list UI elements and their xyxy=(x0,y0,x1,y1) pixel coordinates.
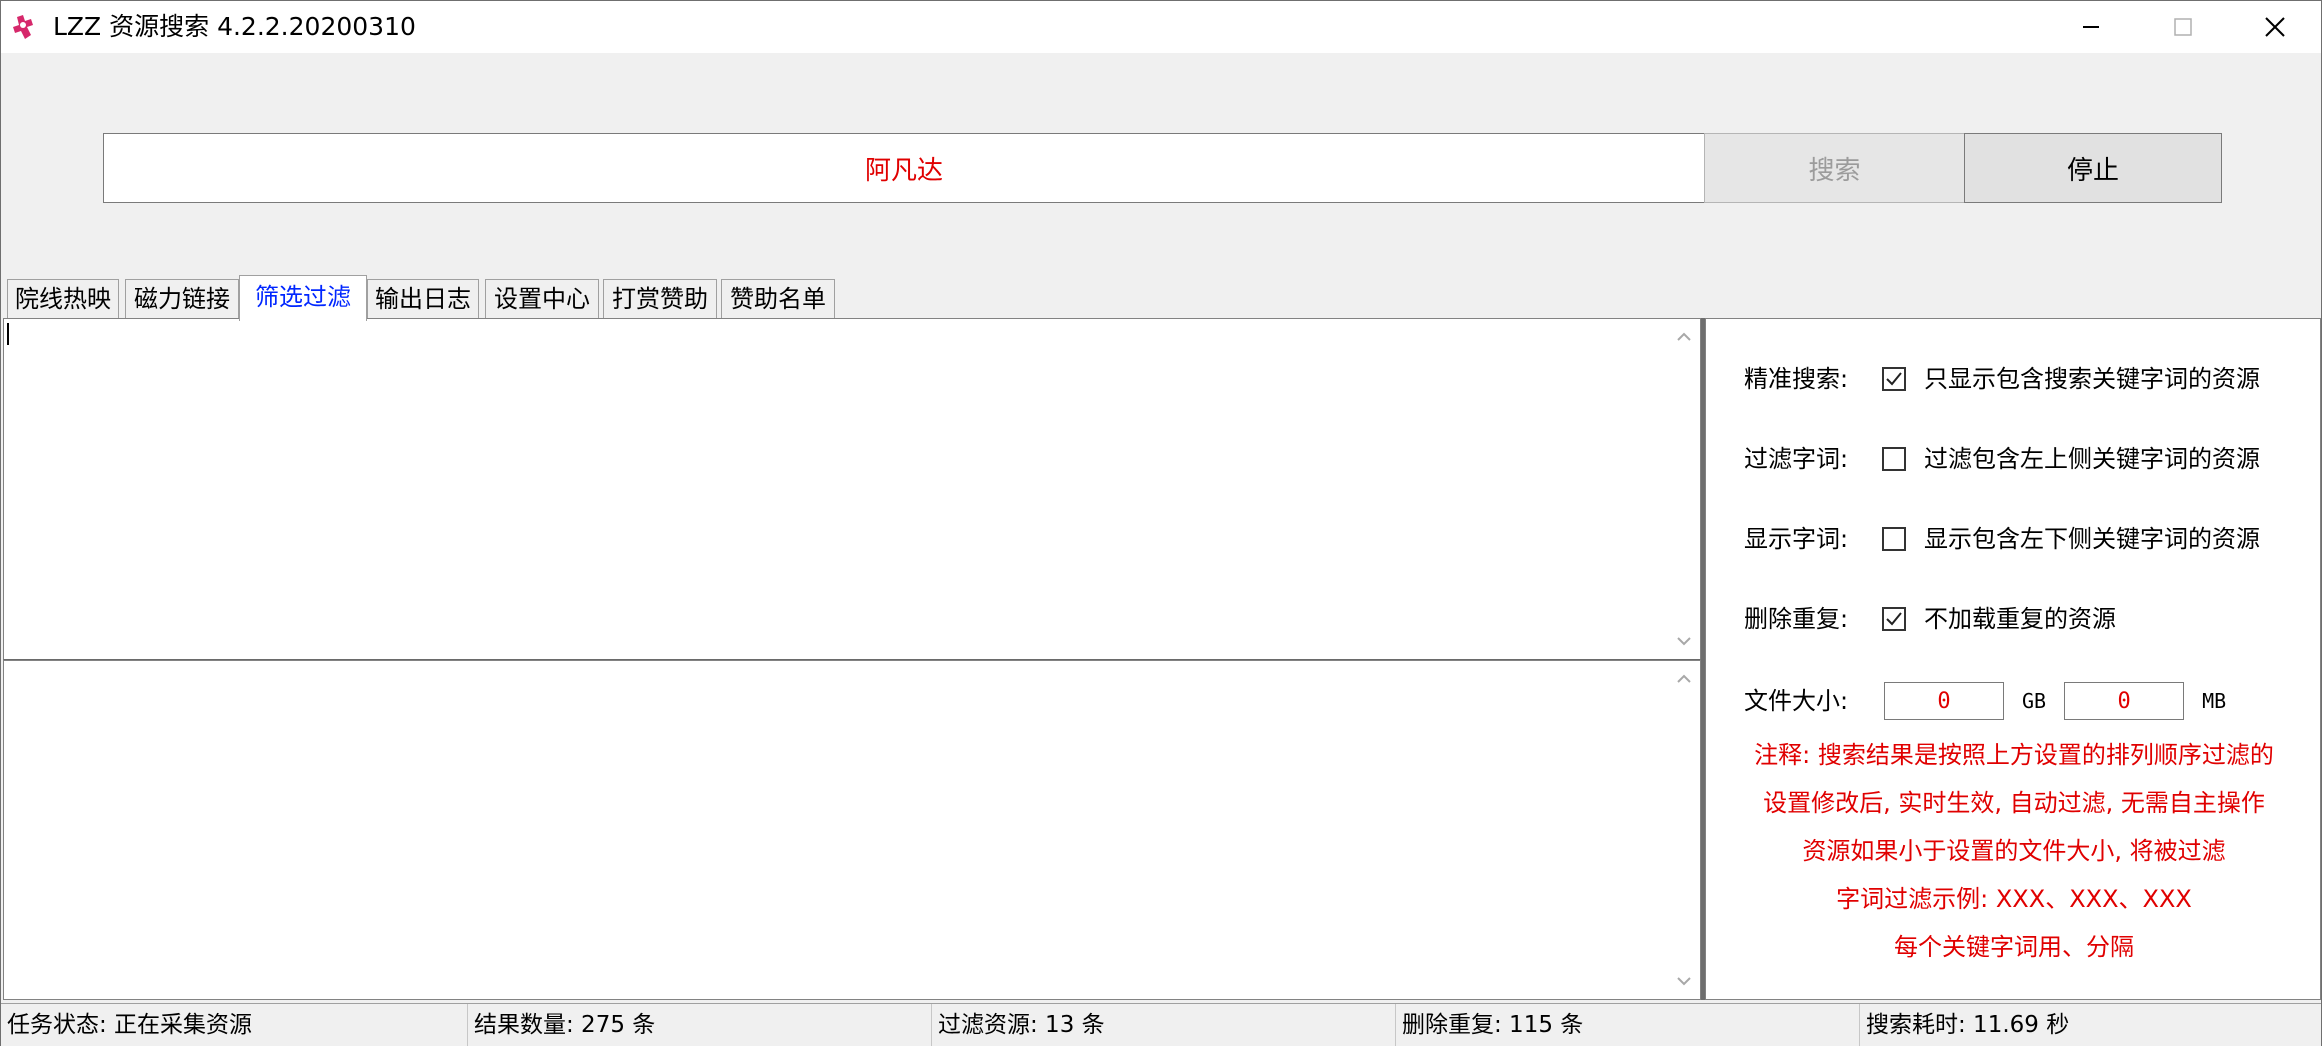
close-button[interactable] xyxy=(2229,1,2321,53)
vertical-scrollbar[interactable] xyxy=(1668,661,1700,999)
include-words-text: 显示包含左下侧关键字词的资源 xyxy=(1924,525,2260,553)
include-keywords-textarea[interactable] xyxy=(3,660,1701,1000)
tab-output-log[interactable]: 输出日志 xyxy=(367,279,479,319)
exact-search-row: 精准搜索: 只显示包含搜索关键字词的资源 xyxy=(1744,363,2260,395)
note-line: 每个关键字词用、分隔 xyxy=(1894,933,2134,961)
note-line: 设置修改后, 实时生效, 自动过滤, 无需自主操作 xyxy=(1763,789,2265,817)
exclude-words-text: 过滤包含左上侧关键字词的资源 xyxy=(1924,445,2260,473)
exact-search-checkbox[interactable] xyxy=(1882,367,1906,391)
note-line: 字词过滤示例: XXX、XXX、XXX xyxy=(1836,885,2192,913)
size-gb-input[interactable] xyxy=(1884,682,2004,720)
size-gb-unit: GB xyxy=(2022,689,2047,713)
tab-donate[interactable]: 打赏赞助 xyxy=(603,279,717,319)
scroll-up-icon[interactable] xyxy=(1676,329,1692,345)
dedupe-label: 删除重复: xyxy=(1744,605,1849,633)
status-duplicates: 删除重复: 115 条 xyxy=(1395,1004,1859,1046)
file-size-label: 文件大小: xyxy=(1744,687,1849,715)
text-caret xyxy=(7,323,9,345)
tab-settings[interactable]: 设置中心 xyxy=(485,279,599,319)
exclude-keywords-textarea[interactable] xyxy=(3,318,1701,660)
status-task: 任务状态: 正在采集资源 xyxy=(7,1012,253,1038)
minimize-icon xyxy=(2083,26,2099,28)
filter-settings-panel: 精准搜索: 只显示包含搜索关键字词的资源 过滤字词: 过滤包含左上侧关键字词的资… xyxy=(1705,318,2321,1000)
tab-sponsor-list[interactable]: 赞助名单 xyxy=(721,279,835,319)
vertical-scrollbar[interactable] xyxy=(1668,319,1700,659)
title-bar: LZZ 资源搜索 4.2.2.20200310 xyxy=(1,1,2321,53)
checkmark-icon xyxy=(1886,612,1902,626)
window-title: LZZ 资源搜索 4.2.2.20200310 xyxy=(53,12,416,41)
file-size-row: 文件大小: GB MB xyxy=(1744,681,2244,721)
search-input[interactable] xyxy=(103,133,1705,203)
exact-search-label: 精准搜索: xyxy=(1744,365,1849,393)
search-button[interactable]: 搜索 xyxy=(1704,133,1965,203)
tab-filter[interactable]: 筛选过滤 xyxy=(239,275,367,321)
scroll-down-icon[interactable] xyxy=(1676,633,1692,649)
status-results: 结果数量: 275 条 xyxy=(467,1004,931,1046)
scroll-down-icon[interactable] xyxy=(1676,973,1692,989)
note-line: 注释: 搜索结果是按照上方设置的排列顺序过滤的 xyxy=(1754,741,2274,769)
stop-button[interactable]: 停止 xyxy=(1964,133,2222,203)
dedupe-checkbox[interactable] xyxy=(1882,607,1906,631)
scroll-up-icon[interactable] xyxy=(1676,671,1692,687)
maximize-button[interactable] xyxy=(2137,1,2229,53)
dedupe-row: 删除重复: 不加载重复的资源 xyxy=(1744,603,2116,635)
exclude-words-row: 过滤字词: 过滤包含左上侧关键字词的资源 xyxy=(1744,443,2260,475)
include-words-label: 显示字词: xyxy=(1744,525,1849,553)
exact-search-text: 只显示包含搜索关键字词的资源 xyxy=(1924,365,2260,393)
app-logo-icon xyxy=(11,13,39,41)
tab-now-showing[interactable]: 院线热映 xyxy=(7,279,119,319)
size-mb-input[interactable] xyxy=(2064,682,2185,720)
status-bar: 任务状态: 正在采集资源 结果数量: 275 条 过滤资源: 13 条 删除重复… xyxy=(1,1003,2321,1046)
size-mb-unit: MB xyxy=(2202,689,2227,713)
checkmark-icon xyxy=(1886,372,1902,386)
maximize-icon xyxy=(2174,18,2192,36)
exclude-words-label: 过滤字词: xyxy=(1744,445,1849,473)
note-line: 资源如果小于设置的文件大小, 将被过滤 xyxy=(1802,837,2226,865)
include-words-row: 显示字词: 显示包含左下侧关键字词的资源 xyxy=(1744,523,2260,555)
status-filtered: 过滤资源: 13 条 xyxy=(931,1004,1395,1046)
dedupe-text: 不加载重复的资源 xyxy=(1924,605,2116,633)
minimize-button[interactable] xyxy=(2045,1,2137,53)
exclude-words-checkbox[interactable] xyxy=(1882,447,1906,471)
status-elapsed: 搜索耗时: 11.69 秒 xyxy=(1859,1004,2321,1046)
app-window: LZZ 资源搜索 4.2.2.20200310 搜索 停止 院线热映 磁力链接 … xyxy=(0,0,2322,1046)
include-words-checkbox[interactable] xyxy=(1882,527,1906,551)
tab-magnet-links[interactable]: 磁力链接 xyxy=(125,279,239,319)
close-icon xyxy=(2265,17,2285,37)
